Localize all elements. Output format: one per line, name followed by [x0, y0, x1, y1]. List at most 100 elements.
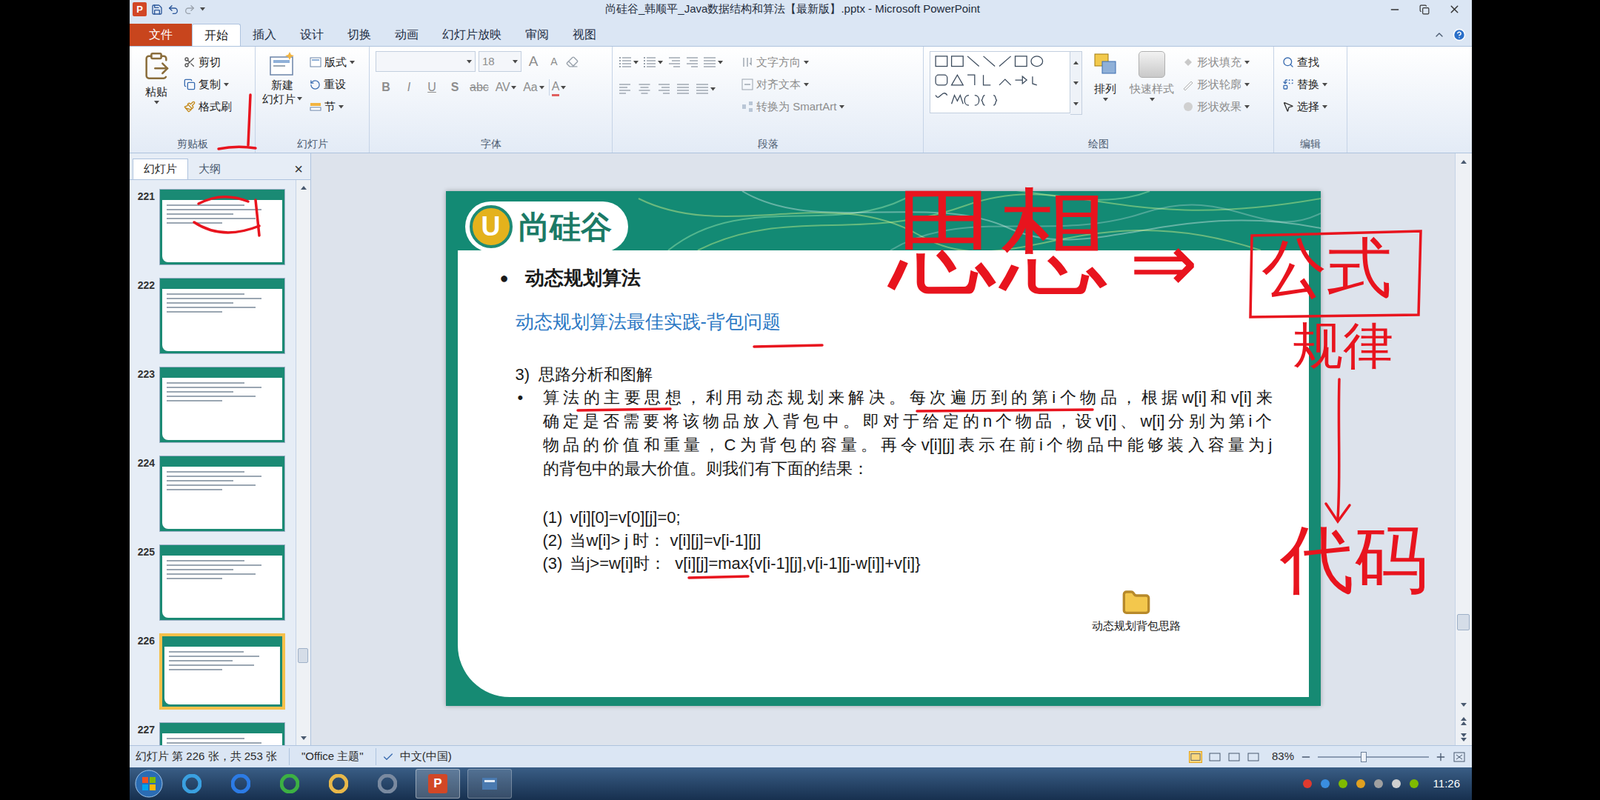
slide-thumbnail-row[interactable]: 222: [129, 277, 296, 355]
pane-tab[interactable]: 幻灯片: [132, 158, 189, 180]
minimize-button[interactable]: [1380, 3, 1410, 16]
smartart-button[interactable]: 转换为 SmartArt: [739, 95, 847, 118]
ribbon-tab[interactable]: 动画: [382, 23, 431, 46]
close-button[interactable]: [1439, 2, 1469, 16]
increase-indent-button[interactable]: [685, 56, 699, 69]
pane-scroll-thumb[interactable]: [297, 648, 309, 663]
gallery-up-button[interactable]: [1070, 51, 1082, 73]
view-button-icon[interactable]: [1188, 751, 1203, 763]
zoom-in-icon[interactable]: [1434, 751, 1447, 763]
slide-thumbnail-row[interactable]: 225: [129, 544, 296, 621]
taskbar-app[interactable]: [220, 769, 262, 798]
ribbon-tab[interactable]: 视图: [560, 23, 609, 46]
zoom-slider[interactable]: [1317, 751, 1429, 763]
grow-font-button[interactable]: A: [524, 51, 543, 72]
justify-button[interactable]: [676, 82, 690, 95]
ribbon-tab[interactable]: 开始: [191, 23, 241, 46]
tray-icon[interactable]: [1319, 777, 1332, 790]
slide-thumbnail[interactable]: [159, 544, 286, 621]
zoom-level[interactable]: 83%: [1271, 748, 1295, 766]
clear-format-icon[interactable]: [565, 55, 579, 69]
restore-button[interactable]: [1409, 4, 1440, 15]
columns-button[interactable]: [695, 82, 716, 95]
redo-icon[interactable]: [183, 3, 196, 16]
slide-scrollbar[interactable]: [1454, 153, 1472, 746]
slide-thumbnail-row[interactable]: 226: [129, 633, 296, 710]
reset-button[interactable]: 重设: [307, 73, 358, 96]
previous-slide-button[interactable]: [1455, 712, 1472, 729]
section-button[interactable]: 节: [307, 95, 358, 118]
slide-thumbnail-row[interactable]: 227: [129, 722, 296, 746]
language[interactable]: 中文(中国): [400, 748, 452, 766]
taskbar-app[interactable]: [171, 769, 213, 798]
font-style-button[interactable]: I: [398, 76, 420, 99]
shape-outline-button[interactable]: 形状轮廓: [1180, 73, 1252, 96]
zoom-knob[interactable]: [1360, 751, 1367, 763]
align-text-button[interactable]: 对齐文本: [739, 73, 847, 96]
paste-button[interactable]: 粘贴: [135, 51, 178, 105]
taskbar-app[interactable]: [366, 769, 409, 798]
fit-to-window-icon[interactable]: [1452, 751, 1466, 763]
pane-tab[interactable]: 大纲: [188, 158, 232, 180]
pane-close-button[interactable]: ×: [289, 158, 308, 180]
zoom-out-icon[interactable]: [1300, 751, 1312, 763]
arrange-button[interactable]: 排列: [1086, 51, 1124, 102]
select-button[interactable]: 选择: [1280, 95, 1330, 118]
help-icon[interactable]: [1452, 28, 1466, 42]
slide-thumbnail[interactable]: [159, 188, 286, 266]
numbering-button[interactable]: [642, 56, 663, 69]
align-left-button[interactable]: [618, 82, 632, 95]
shrink-font-button[interactable]: A: [545, 51, 563, 72]
font-style-button[interactable]: B: [375, 76, 397, 99]
start-button-icon[interactable]: [134, 768, 164, 799]
clock[interactable]: 11:26: [1425, 775, 1468, 793]
slide-thumbnail[interactable]: [159, 722, 286, 746]
font-style-button[interactable]: abc: [467, 76, 492, 99]
text-direction-button[interactable]: 文字方向: [739, 51, 847, 74]
slide-thumbnail[interactable]: [159, 455, 286, 532]
ribbon-tab[interactable]: 幻灯片放映: [430, 23, 514, 46]
font-style-button[interactable]: S: [444, 76, 466, 99]
new-slide-button[interactable]: 新建幻灯片: [261, 51, 303, 106]
ribbon-tab[interactable]: 设计: [288, 23, 336, 46]
font-style-button[interactable]: U: [421, 76, 443, 99]
next-slide-button[interactable]: [1455, 728, 1472, 746]
decrease-indent-button[interactable]: [667, 56, 681, 69]
slide[interactable]: U尚硅谷●动态规划算法动态规划算法最佳实践-背包问题3)思路分析和图解•算法的主…: [445, 191, 1321, 706]
shapes-gallery[interactable]: [929, 51, 1083, 115]
tray-icon[interactable]: [1354, 777, 1367, 790]
align-center-button[interactable]: [637, 82, 652, 95]
view-button-icon[interactable]: [1227, 751, 1241, 763]
pane-scrollbar[interactable]: [295, 180, 311, 746]
collapse-ribbon-icon[interactable]: [1433, 28, 1446, 41]
slide-thumbnail-row[interactable]: 224: [129, 455, 296, 532]
slide-scroll-thumb[interactable]: [1457, 614, 1470, 631]
slide-thumbnail[interactable]: [159, 277, 286, 355]
spellcheck-icon[interactable]: [382, 751, 395, 763]
bullets-button[interactable]: [618, 56, 639, 69]
file-tab[interactable]: 文件: [129, 23, 192, 46]
shape-effects-button[interactable]: 形状效果: [1180, 95, 1252, 118]
ribbon-tab[interactable]: 插入: [240, 23, 289, 46]
view-button-icon[interactable]: [1246, 751, 1260, 763]
slide-thumbnail[interactable]: [159, 633, 286, 710]
ribbon-tab[interactable]: 切换: [335, 23, 383, 46]
line-spacing-button[interactable]: [702, 56, 723, 69]
taskbar-app[interactable]: [268, 769, 311, 798]
gallery-more-button[interactable]: [1070, 93, 1082, 115]
font-style-button[interactable]: AV: [493, 76, 519, 99]
tray-icon[interactable]: [1301, 777, 1314, 790]
taskbar-app[interactable]: [467, 768, 512, 799]
tray-icon[interactable]: [1408, 777, 1420, 790]
app-icon[interactable]: P: [132, 2, 147, 17]
taskbar-app[interactable]: [317, 769, 360, 798]
quick-styles-button[interactable]: 快速样式: [1128, 51, 1176, 102]
tray-icon[interactable]: [1372, 777, 1385, 790]
align-right-button[interactable]: [657, 82, 671, 95]
slide-thumbnail[interactable]: [159, 366, 286, 443]
attachment[interactable]: 动态规划背包思路: [1080, 588, 1192, 635]
format-painter-button[interactable]: 格式刷: [181, 95, 235, 118]
cut-button[interactable]: 剪切: [181, 51, 235, 74]
font-name-field[interactable]: [375, 51, 476, 72]
font-color-button[interactable]: A: [551, 76, 575, 99]
